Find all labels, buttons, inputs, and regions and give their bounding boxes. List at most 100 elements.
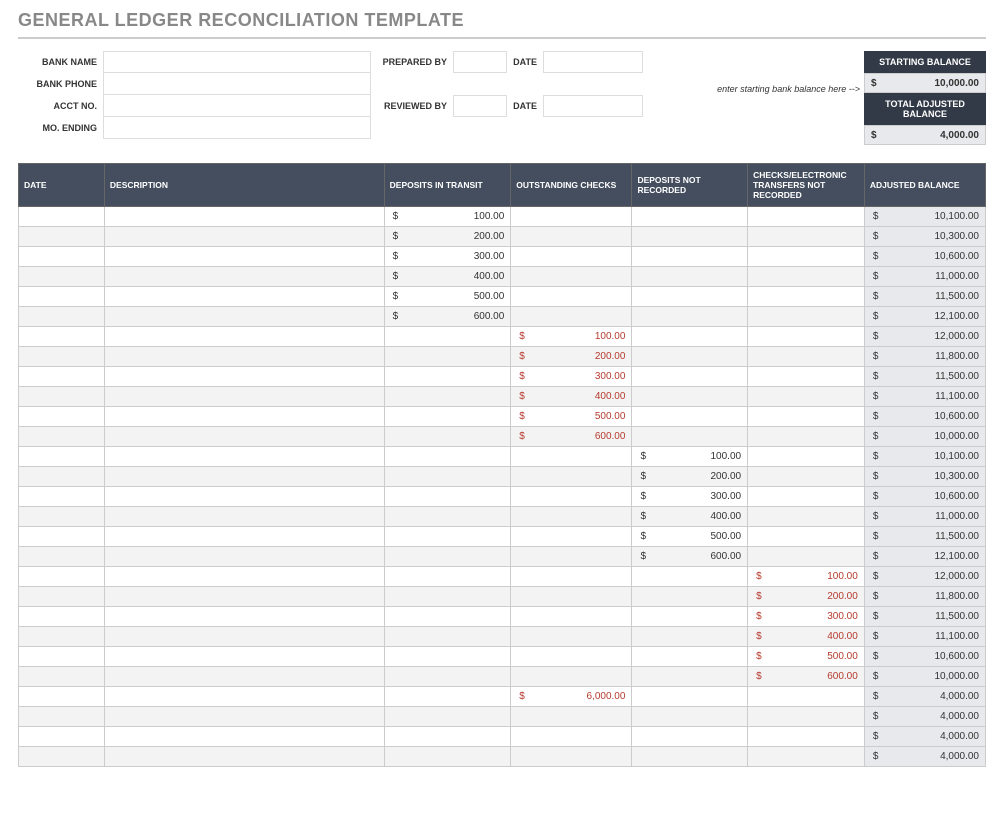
table-cell[interactable] (632, 727, 748, 747)
table-cell[interactable] (384, 627, 511, 647)
table-cell[interactable]: $6,000.00 (511, 687, 632, 707)
table-cell[interactable] (748, 327, 865, 347)
mo-ending-input[interactable] (103, 117, 371, 139)
table-cell[interactable]: $10,100.00 (864, 447, 985, 467)
table-cell[interactable] (19, 747, 105, 767)
table-cell[interactable] (19, 387, 105, 407)
table-cell[interactable]: $10,600.00 (864, 647, 985, 667)
table-cell[interactable]: $100.00 (632, 447, 748, 467)
table-cell[interactable] (104, 627, 384, 647)
table-cell[interactable] (104, 207, 384, 227)
table-cell[interactable] (384, 747, 511, 767)
table-cell[interactable] (104, 407, 384, 427)
table-cell[interactable] (748, 487, 865, 507)
table-cell[interactable] (748, 687, 865, 707)
table-cell[interactable] (748, 527, 865, 547)
table-cell[interactable] (19, 347, 105, 367)
table-cell[interactable] (384, 367, 511, 387)
table-cell[interactable] (384, 527, 511, 547)
table-cell[interactable]: $600.00 (511, 427, 632, 447)
table-cell[interactable] (384, 407, 511, 427)
table-cell[interactable]: $600.00 (384, 307, 511, 327)
table-cell[interactable] (748, 307, 865, 327)
table-cell[interactable] (384, 547, 511, 567)
table-cell[interactable]: $400.00 (511, 387, 632, 407)
table-cell[interactable]: $300.00 (632, 487, 748, 507)
table-cell[interactable] (104, 327, 384, 347)
table-cell[interactable] (104, 447, 384, 467)
table-cell[interactable] (748, 267, 865, 287)
table-cell[interactable] (632, 687, 748, 707)
table-cell[interactable] (748, 387, 865, 407)
table-cell[interactable]: $11,100.00 (864, 387, 985, 407)
prepared-date-input[interactable] (543, 51, 643, 73)
table-cell[interactable] (104, 707, 384, 727)
table-cell[interactable] (104, 367, 384, 387)
table-cell[interactable] (384, 727, 511, 747)
table-cell[interactable] (384, 567, 511, 587)
table-cell[interactable] (511, 227, 632, 247)
table-cell[interactable] (748, 507, 865, 527)
table-cell[interactable] (384, 587, 511, 607)
table-cell[interactable] (632, 207, 748, 227)
table-cell[interactable] (511, 247, 632, 267)
table-cell[interactable]: $10,600.00 (864, 247, 985, 267)
table-cell[interactable]: $12,000.00 (864, 327, 985, 347)
table-cell[interactable] (632, 627, 748, 647)
table-cell[interactable]: $11,800.00 (864, 347, 985, 367)
table-cell[interactable]: $4,000.00 (864, 727, 985, 747)
table-cell[interactable] (748, 447, 865, 467)
table-cell[interactable] (104, 567, 384, 587)
table-cell[interactable] (748, 727, 865, 747)
table-cell[interactable]: $600.00 (632, 547, 748, 567)
prepared-by-input[interactable] (453, 51, 507, 73)
table-cell[interactable]: $300.00 (384, 247, 511, 267)
table-cell[interactable] (511, 207, 632, 227)
table-cell[interactable] (632, 387, 748, 407)
table-cell[interactable]: $400.00 (384, 267, 511, 287)
table-cell[interactable] (384, 667, 511, 687)
bank-phone-input[interactable] (103, 73, 371, 95)
table-cell[interactable] (511, 667, 632, 687)
table-cell[interactable] (104, 527, 384, 547)
table-cell[interactable] (632, 667, 748, 687)
table-cell[interactable]: $4,000.00 (864, 707, 985, 727)
table-cell[interactable]: $11,800.00 (864, 587, 985, 607)
table-cell[interactable] (748, 427, 865, 447)
table-cell[interactable] (384, 347, 511, 367)
table-cell[interactable] (19, 547, 105, 567)
table-cell[interactable] (104, 547, 384, 567)
table-cell[interactable]: $10,100.00 (864, 207, 985, 227)
table-cell[interactable] (104, 727, 384, 747)
table-cell[interactable] (104, 287, 384, 307)
table-cell[interactable] (384, 607, 511, 627)
table-cell[interactable] (748, 287, 865, 307)
table-cell[interactable] (632, 427, 748, 447)
table-cell[interactable] (19, 707, 105, 727)
table-cell[interactable] (104, 587, 384, 607)
table-cell[interactable] (748, 467, 865, 487)
table-cell[interactable] (19, 607, 105, 627)
table-cell[interactable]: $100.00 (384, 207, 511, 227)
table-cell[interactable] (384, 387, 511, 407)
table-cell[interactable]: $11,000.00 (864, 267, 985, 287)
table-cell[interactable] (511, 587, 632, 607)
table-cell[interactable]: $10,000.00 (864, 667, 985, 687)
table-cell[interactable] (632, 247, 748, 267)
acct-no-input[interactable] (103, 95, 371, 117)
table-cell[interactable] (104, 307, 384, 327)
table-cell[interactable] (632, 267, 748, 287)
table-cell[interactable] (632, 307, 748, 327)
table-cell[interactable] (384, 687, 511, 707)
table-cell[interactable]: $100.00 (748, 567, 865, 587)
table-cell[interactable] (511, 747, 632, 767)
table-cell[interactable] (104, 687, 384, 707)
table-cell[interactable] (104, 227, 384, 247)
table-cell[interactable] (19, 647, 105, 667)
table-cell[interactable]: $11,500.00 (864, 367, 985, 387)
table-cell[interactable] (104, 647, 384, 667)
table-cell[interactable] (632, 647, 748, 667)
table-cell[interactable]: $100.00 (511, 327, 632, 347)
table-cell[interactable] (19, 267, 105, 287)
table-cell[interactable]: $12,100.00 (864, 307, 985, 327)
